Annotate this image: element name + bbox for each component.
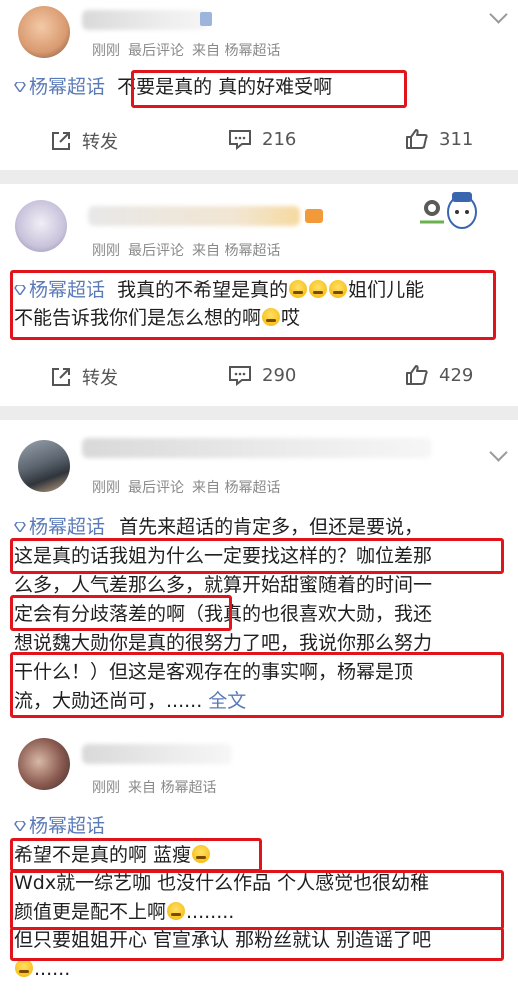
highlight-box xyxy=(10,595,232,631)
post-meta: 刚刚 来自 杨幂超话 xyxy=(92,780,217,796)
separator xyxy=(0,406,518,420)
post-meta: 刚刚 最后评论 来自 杨幂超话 xyxy=(92,480,281,496)
crying-emoji-icon xyxy=(15,958,33,977)
repost-button[interactable]: 转发 xyxy=(50,128,118,154)
like-button[interactable]: 429 xyxy=(405,364,473,386)
avatar[interactable] xyxy=(18,6,70,58)
share-icon xyxy=(52,368,70,386)
topic-link[interactable]: 杨幂超话 xyxy=(14,815,105,837)
highlight-box xyxy=(10,652,504,718)
vip-badge xyxy=(200,12,212,26)
separator xyxy=(0,170,518,184)
highlight-box xyxy=(10,927,504,961)
highlight-box xyxy=(10,870,504,930)
username-blurred[interactable] xyxy=(82,744,232,764)
post-card: 刚刚 来自 杨幂超话 杨幂超话 希望不是真的啊 蓝瘦 Wdx就一综艺咖 也没什么作… xyxy=(0,728,518,1000)
post-meta: 刚刚 最后评论 来自 杨幂超话 xyxy=(92,243,281,259)
post-meta: 刚刚 最后评论 来自 杨幂超话 xyxy=(92,43,281,59)
diamond-icon xyxy=(14,82,26,92)
highlight-box xyxy=(131,70,407,108)
highlight-box xyxy=(10,538,504,574)
post-card: 刚刚 最后评论 来自 杨幂超话 杨幂超话 我真的不希望是真的 姐们儿能 不能告诉我你们… xyxy=(0,184,518,406)
topic-link[interactable]: 杨幂超话 xyxy=(14,76,105,98)
share-icon xyxy=(52,132,70,150)
comment-button[interactable]: 290 xyxy=(228,364,296,386)
post-card: 刚刚 最后评论 来自 杨幂超话 杨幂超话 首先来超话的肯定多，但还是要说， 这是真的… xyxy=(0,420,518,722)
diamond-icon xyxy=(14,821,26,831)
topic-link[interactable]: 杨幂超话 xyxy=(14,516,105,538)
avatar[interactable] xyxy=(18,738,70,790)
highlight-box xyxy=(10,838,262,872)
thumbs-up-icon xyxy=(406,129,428,149)
chevron-down-icon[interactable] xyxy=(489,5,508,24)
post-card: 刚刚 最后评论 来自 杨幂超话 杨幂超话 不要是真的 真的好难受啊 转发 216 3… xyxy=(0,0,518,170)
action-bar: 转发 216 311 xyxy=(0,128,518,158)
repost-button[interactable]: 转发 xyxy=(50,364,118,390)
username-blurred[interactable] xyxy=(82,10,207,30)
avatar[interactable] xyxy=(15,200,67,252)
sticker-decoration xyxy=(418,186,484,232)
username-blurred[interactable] xyxy=(82,438,432,458)
highlight-box xyxy=(10,270,496,340)
like-button[interactable]: 311 xyxy=(405,128,473,150)
thumbs-up-icon xyxy=(406,365,428,385)
comment-icon xyxy=(229,130,251,150)
action-bar: 转发 290 429 xyxy=(0,364,518,394)
chevron-down-icon[interactable] xyxy=(489,443,508,462)
username-blurred[interactable] xyxy=(88,206,300,226)
diamond-icon xyxy=(14,522,26,532)
comment-button[interactable]: 216 xyxy=(228,128,296,150)
comment-icon xyxy=(229,366,251,386)
level-badge xyxy=(305,209,323,223)
avatar[interactable] xyxy=(18,440,70,492)
